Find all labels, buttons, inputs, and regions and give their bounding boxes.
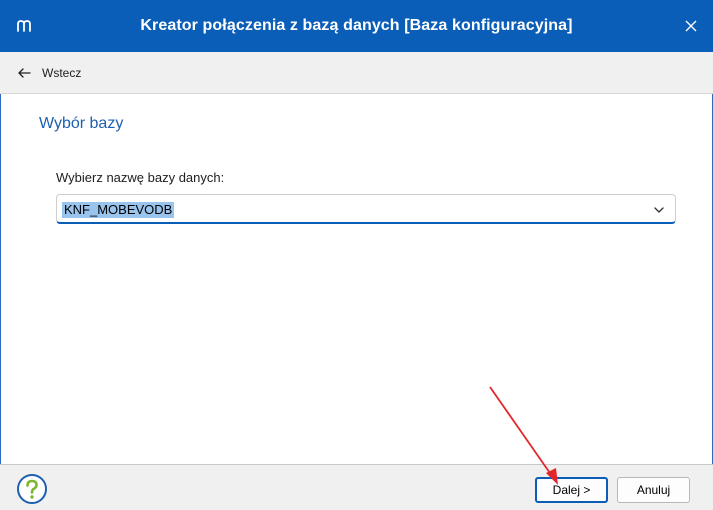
database-name-label: Wybierz nazwę bazy danych: <box>56 170 225 185</box>
title-bar: Kreator połączenia z bazą danych [Baza k… <box>0 0 713 52</box>
database-select[interactable]: KNF_MOBEVODB <box>56 194 676 224</box>
next-button[interactable]: Dalej > <box>535 477 608 503</box>
wizard-footer: Dalej > Anuluj <box>0 464 713 510</box>
navigation-toolbar: Wstecz <box>0 52 713 94</box>
database-select-value[interactable]: KNF_MOBEVODB <box>62 202 175 218</box>
window-title: Kreator połączenia z bazą danych [Baza k… <box>140 17 573 34</box>
cancel-button[interactable]: Anuluj <box>617 477 690 503</box>
back-button-label: Wstecz <box>42 66 82 80</box>
question-mark-icon[interactable] <box>16 473 48 505</box>
arrow-left-icon <box>18 68 31 78</box>
back-button[interactable]: Wstecz <box>10 60 87 86</box>
wizard-window: Kreator połączenia z bazą danych [Baza k… <box>0 0 713 510</box>
wizard-content: Wybór bazy Wybierz nazwę bazy danych: KN… <box>0 94 713 464</box>
section-title: Wybór bazy <box>39 115 124 132</box>
close-icon[interactable] <box>679 14 703 38</box>
chevron-down-icon[interactable] <box>653 204 665 216</box>
